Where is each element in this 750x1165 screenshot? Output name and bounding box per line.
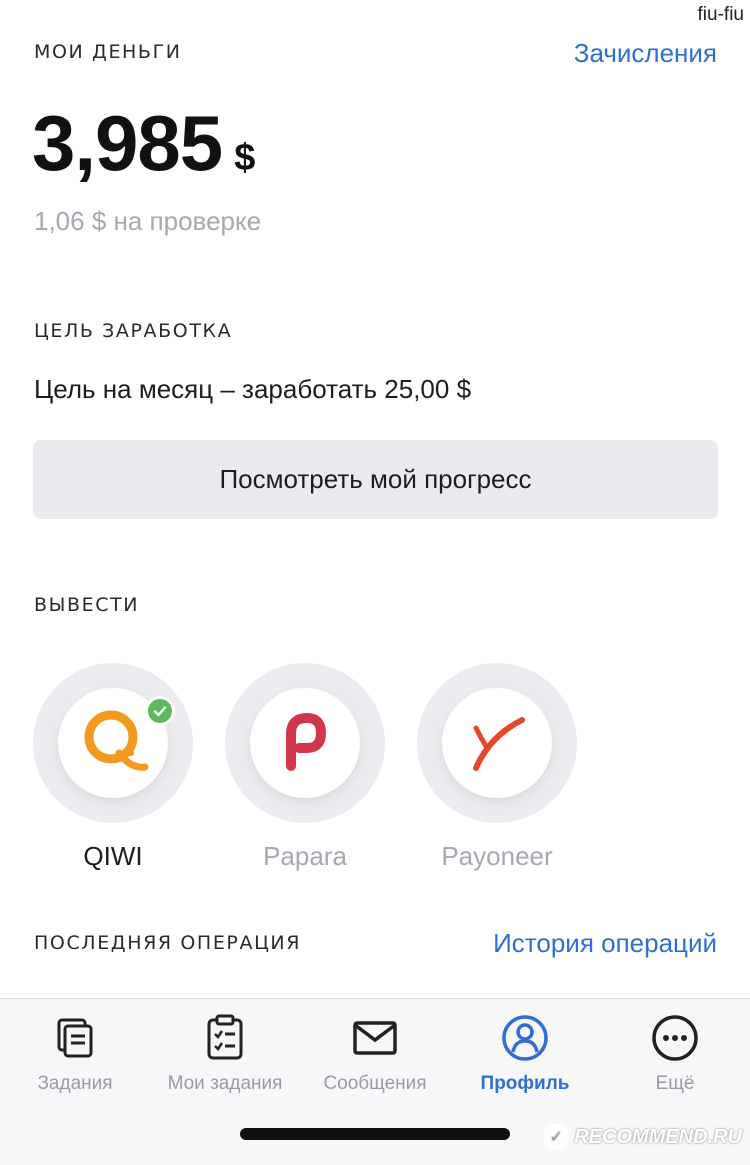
tab-tasks[interactable]: Задания (0, 1013, 150, 1095)
selected-check-icon (145, 696, 175, 726)
credits-link[interactable]: Зачисления (574, 38, 717, 69)
method-logo-holder (442, 688, 552, 798)
more-icon (650, 1013, 700, 1063)
method-label-papara: Papara (263, 841, 347, 871)
tab-label: Мои задания (167, 1073, 283, 1094)
papara-logo-icon (275, 706, 335, 781)
withdraw-section-label: ВЫВЕСТИ (34, 594, 140, 616)
recommend-logo-icon: ✓ (544, 1124, 569, 1150)
qiwi-logo-icon (75, 703, 151, 784)
watermark-text: RECOMMEND.RU (574, 1125, 742, 1148)
tab-my-tasks[interactable]: Мои задания (150, 1013, 300, 1095)
last-operation-label: ПОСЛЕДНЯЯ ОПЕРАЦИЯ (34, 932, 302, 954)
method-circle (225, 663, 385, 823)
balance: 3,985 $ (32, 98, 255, 189)
tab-messages[interactable]: Сообщения (300, 1013, 450, 1095)
watermark-top: fiu-fiu (695, 4, 746, 26)
money-section-label: МОИ ДЕНЬГИ (34, 41, 182, 63)
tab-profile[interactable]: Профиль (450, 1013, 600, 1095)
balance-amount: 3,985 (32, 99, 223, 187)
profile-icon (500, 1013, 550, 1063)
payoneer-logo-icon (462, 706, 532, 781)
withdraw-method-qiwi[interactable]: QIWI (33, 663, 193, 872)
tab-label: Ещё (655, 1073, 695, 1094)
tab-label: Задания (37, 1073, 113, 1094)
clipboard-icon (200, 1013, 250, 1063)
envelope-icon (350, 1013, 400, 1063)
tab-label: Профиль (480, 1073, 570, 1094)
method-circle (33, 663, 193, 823)
app-screen: fiu-fiu МОИ ДЕНЬГИ Зачисления 3,985 $ 1,… (0, 0, 750, 1165)
view-progress-button[interactable]: Посмотреть мой прогресс (33, 440, 718, 519)
method-logo-holder (250, 688, 360, 798)
method-circle (417, 663, 577, 823)
withdraw-method-papara[interactable]: Papara (225, 663, 385, 872)
method-label-payoneer: Payoneer (441, 841, 553, 871)
home-indicator (240, 1128, 510, 1140)
operations-history-link[interactable]: История операций (493, 928, 717, 959)
withdraw-method-payoneer[interactable]: Payoneer (417, 663, 577, 872)
tasks-icon (50, 1013, 100, 1063)
goal-section-label: ЦЕЛЬ ЗАРАБОТКА (34, 320, 233, 342)
watermark-bottom: ✓ RECOMMEND.RU (544, 1124, 742, 1150)
method-label-qiwi: QIWI (83, 841, 143, 871)
tab-label: Сообщения (323, 1073, 427, 1094)
balance-currency: $ (234, 137, 256, 179)
tab-more[interactable]: Ещё (600, 1013, 750, 1095)
goal-text: Цель на месяц – заработать 25,00 $ (34, 374, 472, 404)
pending-amount: 1,06 $ на проверке (34, 206, 262, 236)
